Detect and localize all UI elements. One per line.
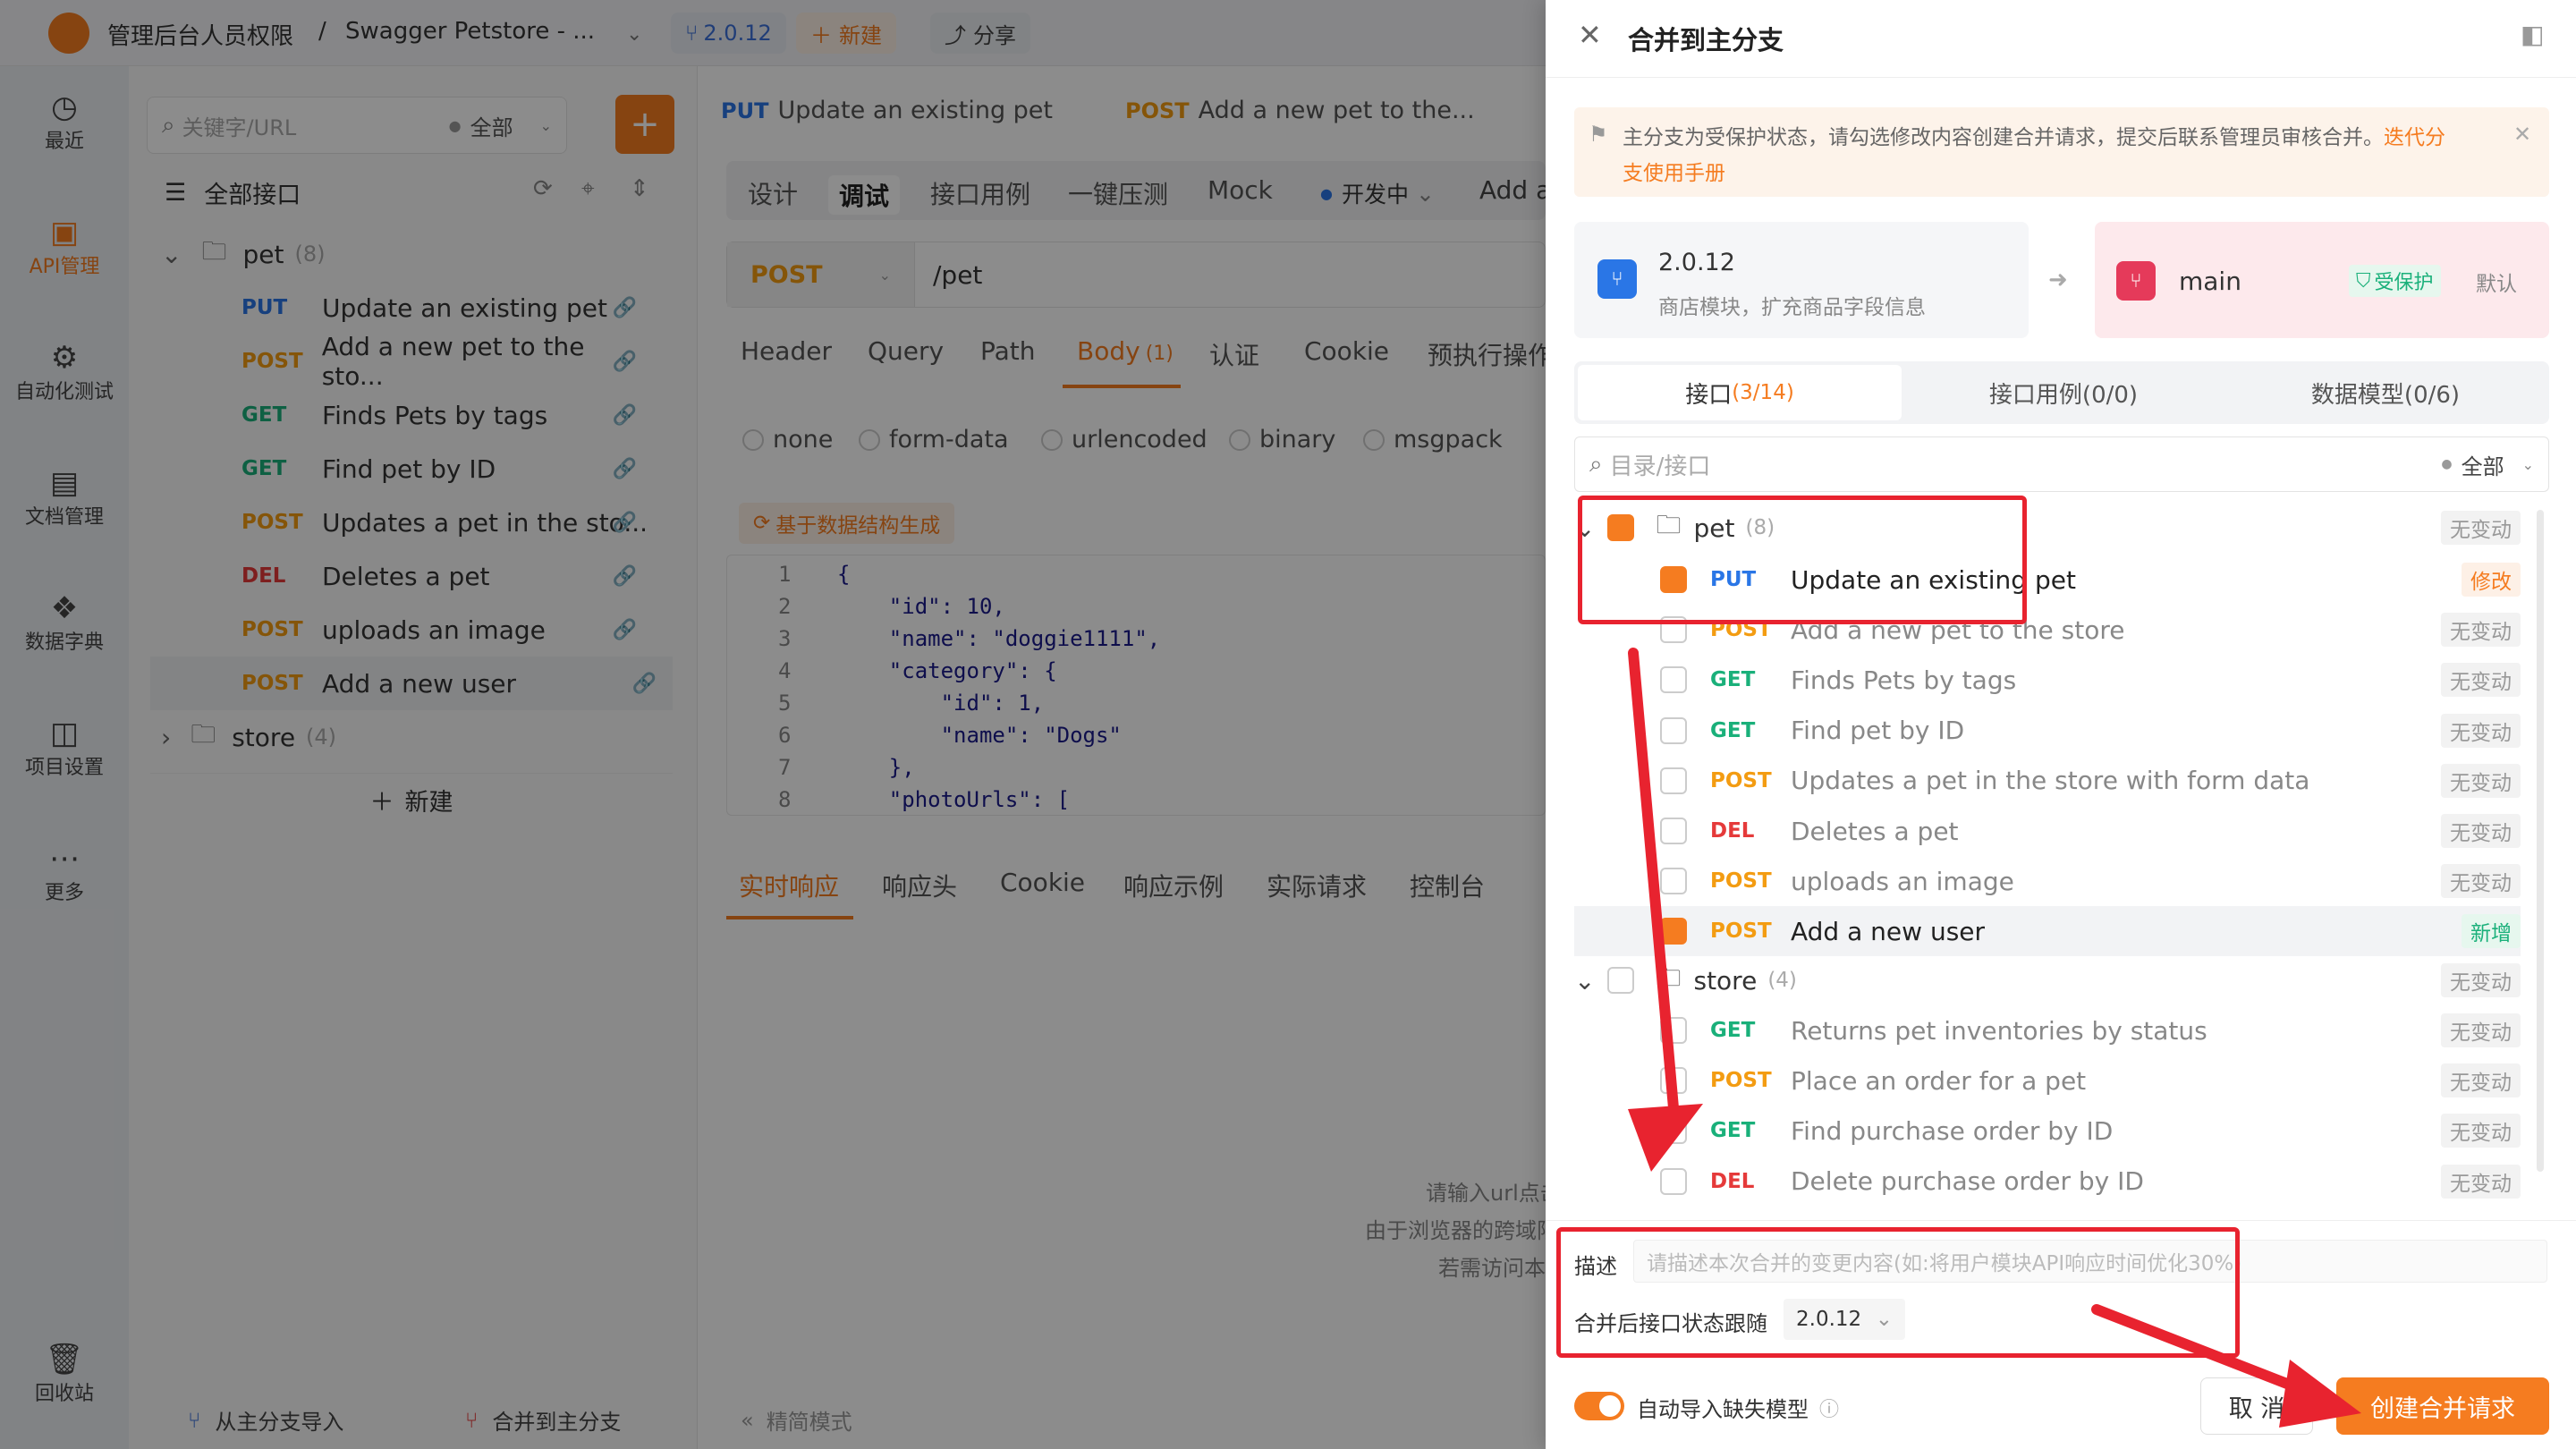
arrowhead <box>1628 1104 1703 1172</box>
annotation-arrow-right <box>2091 1304 2313 1397</box>
annotation-arrow-down <box>1628 648 1680 1123</box>
arrowhead <box>2279 1360 2361 1428</box>
annotation-arrows <box>1628 648 2361 1428</box>
